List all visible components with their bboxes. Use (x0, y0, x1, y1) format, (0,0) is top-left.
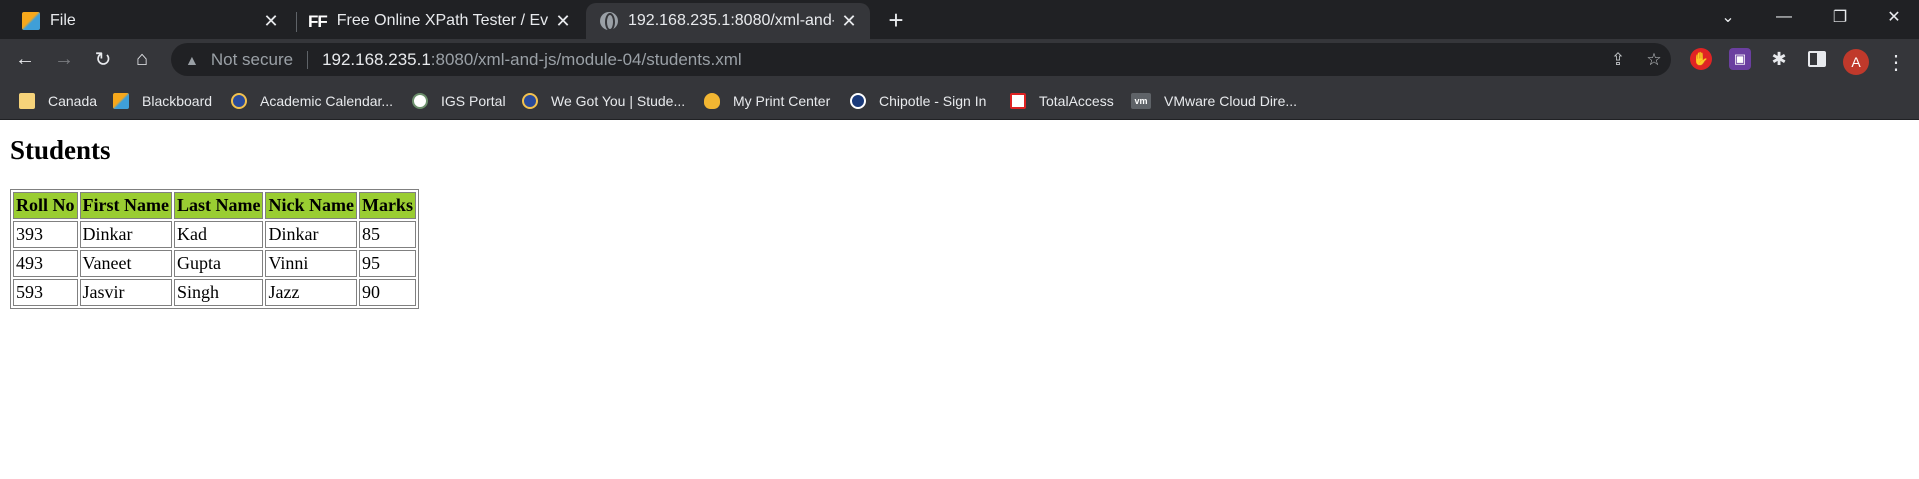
share-icon[interactable]: ⇪ (1607, 49, 1629, 71)
extensions-puzzle-icon[interactable]: ✱ (1768, 48, 1790, 70)
tab-divider (296, 12, 297, 32)
table-cell: 95 (358, 250, 416, 277)
bookmark-my-print-center[interactable]: My Print Center (704, 90, 830, 112)
folder-icon (19, 93, 35, 109)
table-cell: 493 (13, 250, 78, 277)
column-header: Last Name (173, 192, 264, 219)
bookmark-totalaccess[interactable]: TotalAccess (1010, 90, 1114, 112)
table-row: 493 Vaneet Gupta Vinni 95 (13, 250, 416, 277)
table-cell: Dinkar (265, 221, 357, 248)
bookmark-label: VMware Cloud Dire... (1164, 93, 1298, 109)
igs-icon (412, 93, 428, 109)
tab-title: Free Online XPath Tester / Evalua (336, 12, 548, 29)
close-window-button[interactable]: ✕ (1866, 0, 1919, 34)
freeformatter-icon: FF (308, 12, 328, 31)
column-header: Nick Name (265, 192, 357, 219)
home-button[interactable]: ⌂ (126, 43, 158, 75)
bookmark-label: Blackboard (142, 93, 213, 109)
bookmark-label: IGS Portal (441, 93, 506, 109)
column-header: Marks (358, 192, 416, 219)
back-button[interactable]: ← (9, 43, 41, 75)
close-icon[interactable]: ✕ (552, 10, 574, 32)
page-title: Students (10, 135, 111, 165)
hand-extension-icon[interactable]: ✋ (1690, 48, 1712, 70)
new-tab-button[interactable]: + (882, 5, 910, 35)
close-icon[interactable]: ✕ (260, 10, 282, 32)
reload-button[interactable]: ↻ (87, 43, 119, 75)
bookmark-label: Academic Calendar... (260, 93, 394, 109)
table-cell: Jazz (265, 279, 357, 306)
purple-extension-icon[interactable]: ▣ (1729, 48, 1751, 70)
table-row: 393 Dinkar Kad Dinkar 85 (13, 221, 416, 248)
table-cell: 593 (13, 279, 78, 306)
tab-title: File (50, 12, 76, 29)
bookmark-canada[interactable]: Canada (19, 90, 97, 112)
address-bar[interactable]: ▲ Not secure 192.168.235.1 :8080/xml-and… (171, 43, 1671, 76)
omnibox-divider (307, 50, 309, 69)
flame-icon (704, 93, 720, 109)
bookmark-academic-calendar[interactable]: Academic Calendar... (231, 90, 393, 112)
tab-students-xml[interactable]: 192.168.235.1:8080/xml-and-js/m ✕ (586, 3, 870, 39)
table-header-row: Roll No First Name Last Name Nick Name M… (13, 192, 416, 219)
table-cell: Kad (173, 221, 264, 248)
warning-icon[interactable]: ▲ (185, 52, 199, 68)
dragon-icon (522, 93, 538, 109)
tab-strip: File ✕ FF Free Online XPath Tester / Eva… (0, 0, 1919, 39)
page-content: Students Roll No First Name Last Name Ni… (0, 121, 1919, 479)
bookmark-chipotle[interactable]: Chipotle - Sign In (850, 90, 986, 112)
browser-toolbar: ← → ↻ ⌂ ▲ Not secure 192.168.235.1 :8080… (0, 39, 1919, 80)
table-cell: Gupta (173, 250, 264, 277)
tab-title: 192.168.235.1:8080/xml-and-js/m (628, 12, 834, 29)
star-icon[interactable]: ☆ (1643, 49, 1665, 71)
bookmark-we-got-you[interactable]: We Got You | Stude... (522, 90, 685, 112)
bookmark-igs-portal[interactable]: IGS Portal (412, 90, 506, 112)
security-status[interactable]: Not secure (211, 50, 293, 70)
forward-button[interactable]: → (48, 43, 80, 75)
bookmark-label: TotalAccess (1039, 93, 1114, 109)
blackboard-icon (22, 12, 40, 30)
table-cell: Vinni (265, 250, 357, 277)
students-table: Roll No First Name Last Name Nick Name M… (10, 189, 419, 309)
column-header: First Name (79, 192, 172, 219)
minimize-button[interactable]: — (1756, 0, 1812, 34)
bookmarks-bar: Canada Blackboard Academic Calendar... I… (0, 80, 1919, 120)
profile-avatar[interactable]: A (1843, 49, 1869, 75)
bookmark-label: My Print Center (733, 93, 831, 109)
table-row: 593 Jasvir Singh Jazz 90 (13, 279, 416, 306)
globe-icon (600, 12, 618, 31)
table-cell: 393 (13, 221, 78, 248)
bookmark-label: We Got You | Stude... (551, 93, 686, 109)
dragon-icon (231, 93, 247, 109)
blackboard-icon (113, 93, 129, 109)
table-cell: Singh (173, 279, 264, 306)
table-cell: 90 (358, 279, 416, 306)
restore-button[interactable]: ❐ (1812, 0, 1868, 34)
chipotle-icon (850, 93, 866, 109)
table-cell: Jasvir (79, 279, 172, 306)
tab-xpath-tester[interactable]: FF Free Online XPath Tester / Evalua ✕ (298, 3, 584, 39)
vmware-icon: vm (1131, 93, 1151, 109)
side-panel-icon[interactable] (1808, 51, 1826, 67)
url-host[interactable]: 192.168.235.1 (322, 50, 431, 70)
bookmark-label: Canada (48, 93, 98, 109)
tab-search-button[interactable]: ⌄ (1700, 0, 1756, 34)
bookmark-blackboard[interactable]: Blackboard (113, 90, 212, 112)
totalaccess-icon (1010, 93, 1026, 109)
table-cell: Dinkar (79, 221, 172, 248)
close-icon[interactable]: ✕ (838, 10, 860, 32)
bookmark-vmware[interactable]: vm VMware Cloud Dire... (1131, 90, 1297, 112)
table-cell: Vaneet (79, 250, 172, 277)
menu-kebab-icon[interactable]: ⋮ (1884, 48, 1908, 76)
table-cell: 85 (358, 221, 416, 248)
url-path[interactable]: :8080/xml-and-js/module-04/students.xml (431, 50, 742, 70)
tab-file[interactable]: File ✕ (0, 3, 292, 39)
column-header: Roll No (13, 192, 78, 219)
bookmark-label: Chipotle - Sign In (879, 93, 987, 109)
